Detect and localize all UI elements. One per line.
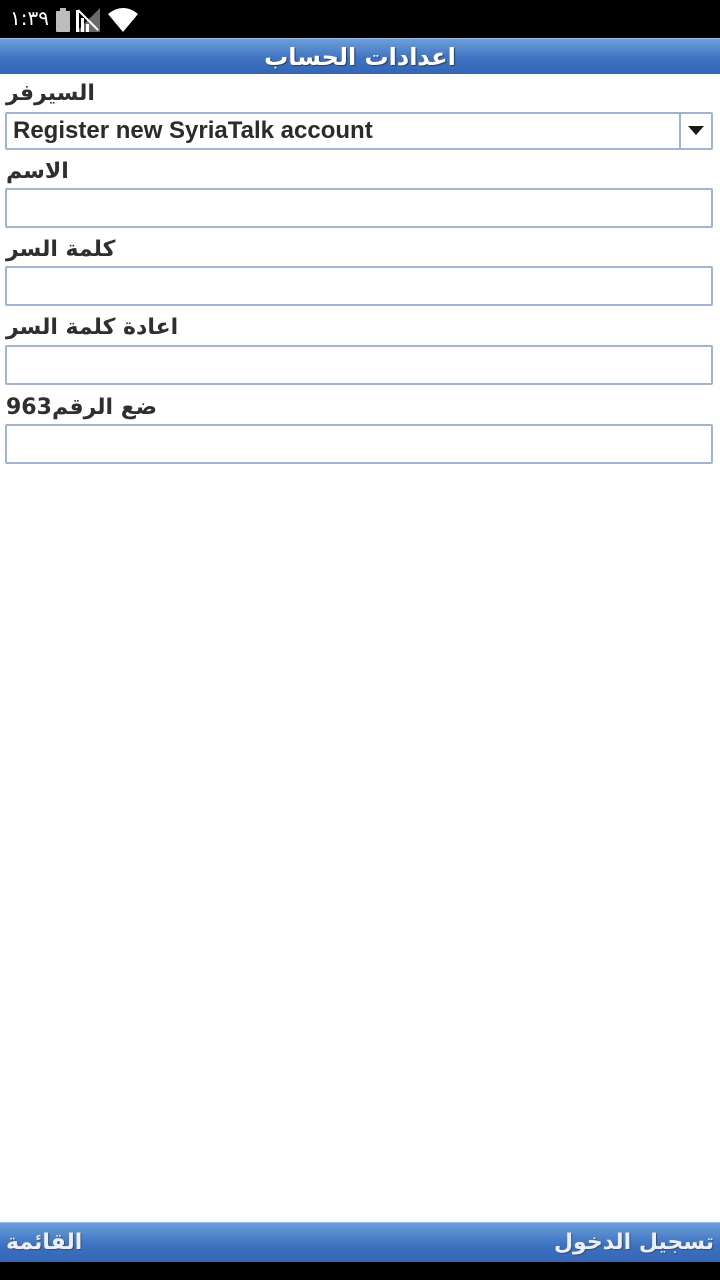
server-label: السيرفر [6, 81, 95, 106]
confirm-password-input[interactable] [5, 345, 713, 385]
phone-label: ضع الرقم963 [6, 395, 158, 420]
wifi-icon [108, 8, 138, 32]
status-time: ١:٣٩ [10, 6, 49, 30]
status-bar: ١:٣٩ [0, 0, 720, 38]
no-signal-icon [76, 8, 102, 32]
status-icons [56, 6, 138, 32]
name-label: الاسم [6, 159, 69, 184]
navigation-strip [0, 1262, 720, 1280]
password-label: كلمة السر [6, 237, 116, 262]
softkey-bar: القائمة تسجيل الدخول [0, 1222, 720, 1262]
phone-input[interactable] [5, 424, 713, 464]
chevron-down-icon[interactable] [679, 114, 711, 148]
confirm-password-label: اعادة كلمة السر [6, 315, 179, 340]
server-select-value: Register new SyriaTalk account [13, 117, 373, 144]
login-softkey[interactable]: تسجيل الدخول [554, 1223, 714, 1263]
server-select[interactable]: Register new SyriaTalk account [5, 112, 713, 150]
app-screen: ١:٣٩ اعدادات الحساب السيرفر Register new… [0, 0, 720, 1280]
battery-icon [56, 8, 70, 32]
password-input[interactable] [5, 266, 713, 306]
title-bar: اعدادات الحساب [0, 38, 720, 74]
menu-softkey[interactable]: القائمة [6, 1223, 82, 1263]
page-title: اعدادات الحساب [264, 42, 456, 71]
name-input[interactable] [5, 188, 713, 228]
